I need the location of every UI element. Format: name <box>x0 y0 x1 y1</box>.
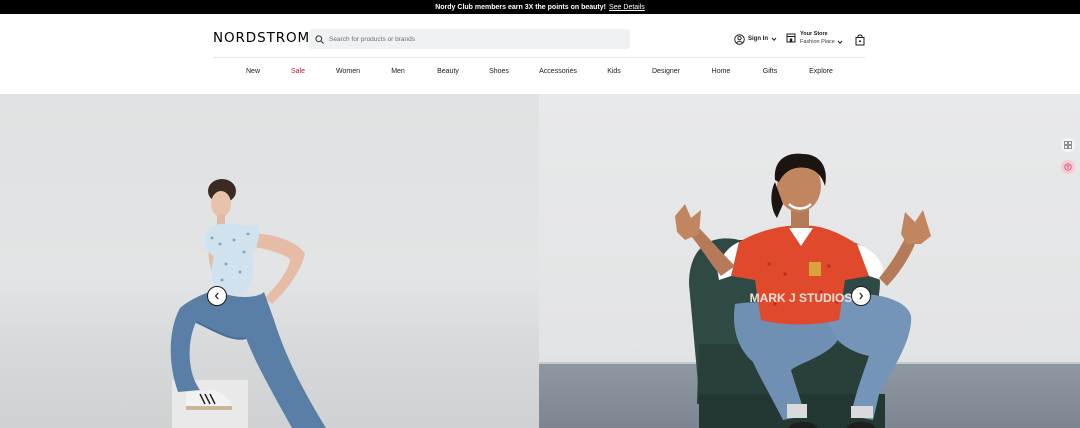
nav-item-sale[interactable]: Sale <box>291 68 305 75</box>
nav-item-beauty[interactable]: Beauty <box>437 68 459 75</box>
search-box[interactable] <box>309 29 630 49</box>
sign-in-button[interactable]: Sign In <box>734 32 777 46</box>
nav-item-kids[interactable]: Kids <box>607 68 621 75</box>
main-nav: New Sale Women Men Beauty Shoes Accessor… <box>213 58 865 86</box>
chevron-down-icon <box>771 37 777 41</box>
translate-icon <box>1064 163 1072 171</box>
shopping-bag-button[interactable] <box>855 33 865 51</box>
nav-item-women[interactable]: Women <box>336 68 360 75</box>
sign-in-label: Sign In <box>748 36 768 42</box>
carousel-next-button[interactable] <box>851 286 871 306</box>
side-tools <box>1061 138 1077 182</box>
carousel-prev-button[interactable] <box>207 286 227 306</box>
search-icon <box>315 34 324 44</box>
woman-figure <box>170 179 326 428</box>
side-tool-grid[interactable] <box>1061 138 1075 152</box>
store-name: Fashion Place <box>800 39 835 45</box>
hero-image-right[interactable]: MARK J STUDIOS <box>539 94 1080 428</box>
nav-item-explore[interactable]: Explore <box>809 68 833 75</box>
promo-bar: Nordy Club members earn 3X the points on… <box>0 0 1080 14</box>
see-details-link[interactable]: See Details <box>609 4 645 11</box>
shirt-print-text: MARK J STUDIOS <box>750 291 853 305</box>
store-title: Your Store <box>800 31 828 37</box>
site-header: NORDSTROM Sign In Your Store Fashion Pla… <box>0 14 1080 58</box>
shopping-bag-icon <box>855 34 865 46</box>
chevron-down-icon <box>837 40 843 44</box>
grid-icon <box>1064 141 1072 149</box>
nav-item-home[interactable]: Home <box>712 68 731 75</box>
store-icon <box>786 33 796 43</box>
hero-carousel: MARK J STUDIOS <box>0 94 1080 428</box>
nav-item-new[interactable]: New <box>246 68 260 75</box>
search-input[interactable] <box>329 35 619 43</box>
nav-item-shoes[interactable]: Shoes <box>489 68 509 75</box>
promo-text: Nordy Club members earn 3X the points on… <box>435 3 606 11</box>
nav-item-accessories[interactable]: Accessories <box>539 68 577 75</box>
nav-item-designer[interactable]: Designer <box>652 68 680 75</box>
user-icon <box>734 33 745 45</box>
chevron-left-icon <box>214 292 219 300</box>
hero-image-left[interactable] <box>0 94 539 428</box>
side-tool-translate[interactable] <box>1061 160 1075 174</box>
nordstrom-logo[interactable]: NORDSTROM <box>213 31 310 45</box>
chevron-right-icon <box>859 292 864 300</box>
nav-item-gifts[interactable]: Gifts <box>763 68 777 75</box>
man-figure: MARK J STUDIOS <box>675 153 931 428</box>
store-selector[interactable]: Your Store Fashion Place <box>786 28 843 48</box>
nav-item-men[interactable]: Men <box>391 68 405 75</box>
